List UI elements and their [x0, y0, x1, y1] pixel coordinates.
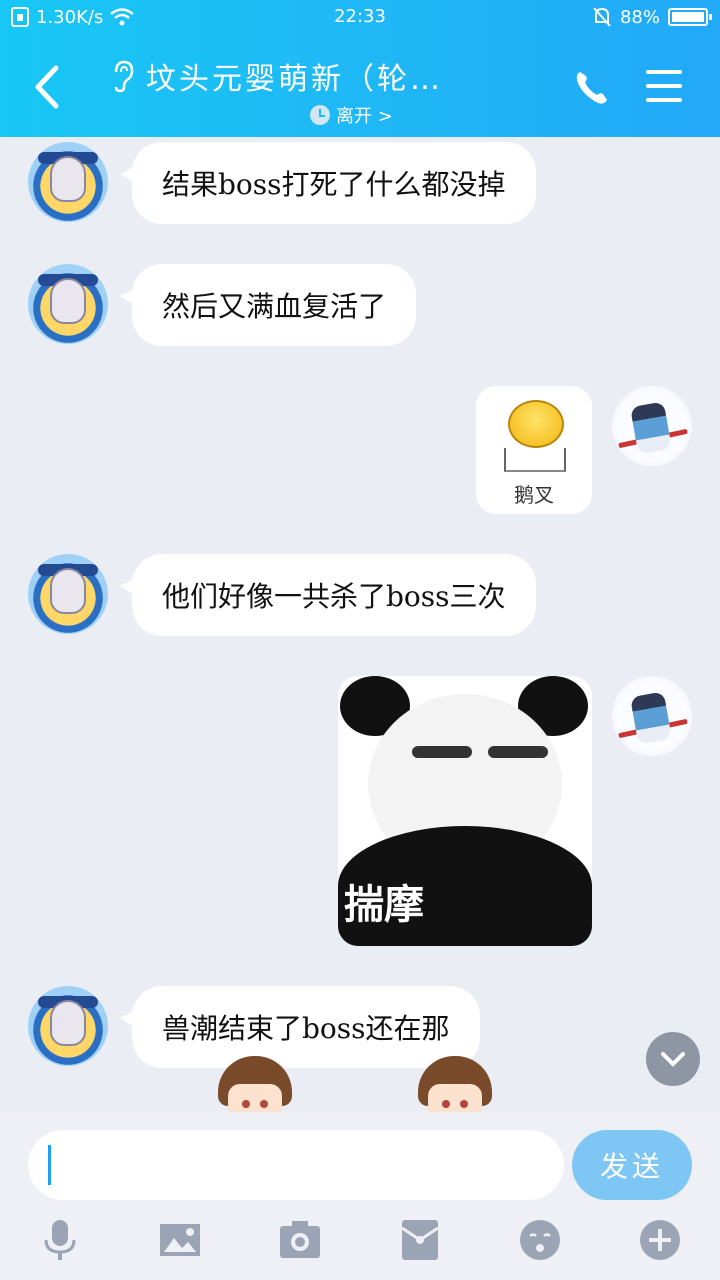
away-clock-icon — [310, 105, 330, 125]
chat-header: 1.30K/s 22:33 88% 坟头元婴萌新（轮… 离开 > — [0, 0, 720, 137]
ear-icon — [114, 60, 134, 93]
presence-status: 离开 > — [336, 106, 393, 127]
message-text: 他们好像一共杀了boss三次 — [162, 580, 506, 613]
emoji-icon[interactable] — [518, 1218, 562, 1262]
chat-title-area[interactable]: 坟头元婴萌新（轮… 离开 > — [110, 54, 470, 128]
message-text: 然后又满血复活了 — [162, 290, 387, 323]
avatar[interactable] — [612, 676, 692, 756]
smiley-sticker-icon — [508, 400, 564, 448]
sticker-message[interactable]: 揣摩 — [338, 676, 592, 946]
avatar[interactable] — [28, 554, 108, 634]
scroll-to-bottom-button[interactable] — [646, 1032, 700, 1086]
menu-icon[interactable] — [646, 70, 682, 102]
back-arrow-icon[interactable] — [28, 62, 68, 112]
message-bubble[interactable]: 他们好像一共杀了boss三次 — [120, 554, 536, 636]
sticker-caption: 揣摩 — [344, 882, 424, 928]
image-icon[interactable] — [158, 1218, 202, 1262]
chevron-down-icon — [661, 1052, 685, 1067]
battery-percent: 88% — [619, 6, 660, 28]
avatar[interactable] — [28, 142, 108, 222]
status-bar: 1.30K/s 22:33 88% — [0, 0, 720, 34]
text-cursor — [48, 1145, 51, 1185]
camera-icon[interactable] — [278, 1218, 322, 1262]
sticker-message[interactable]: 鹅叉 — [476, 386, 592, 514]
message-input[interactable] — [28, 1130, 564, 1200]
avatar[interactable] — [28, 264, 108, 344]
message-text: 兽潮结束了boss还在那 — [162, 1012, 450, 1045]
microphone-icon[interactable] — [38, 1218, 82, 1262]
red-packet-icon[interactable] — [398, 1218, 442, 1262]
message-bubble[interactable]: 然后又满血复活了 — [119, 264, 417, 346]
avatar[interactable] — [28, 986, 108, 1066]
avatar[interactable] — [612, 386, 692, 466]
plus-icon[interactable] — [638, 1218, 682, 1262]
message-text: 结果boss打死了什么都没掉 — [162, 168, 506, 201]
mute-bell-icon — [593, 7, 611, 27]
message-bubble[interactable]: 结果boss打死了什么都没掉 — [120, 142, 536, 224]
page-title: 坟头元婴萌新（轮… — [146, 62, 443, 97]
composer-area: 发送 — [0, 1112, 720, 1280]
phone-icon[interactable] — [572, 68, 612, 108]
send-button[interactable]: 发送 — [572, 1130, 692, 1200]
input-toolbar — [0, 1212, 720, 1272]
sticker-caption: 鹅叉 — [514, 483, 554, 507]
battery-icon — [668, 8, 712, 26]
